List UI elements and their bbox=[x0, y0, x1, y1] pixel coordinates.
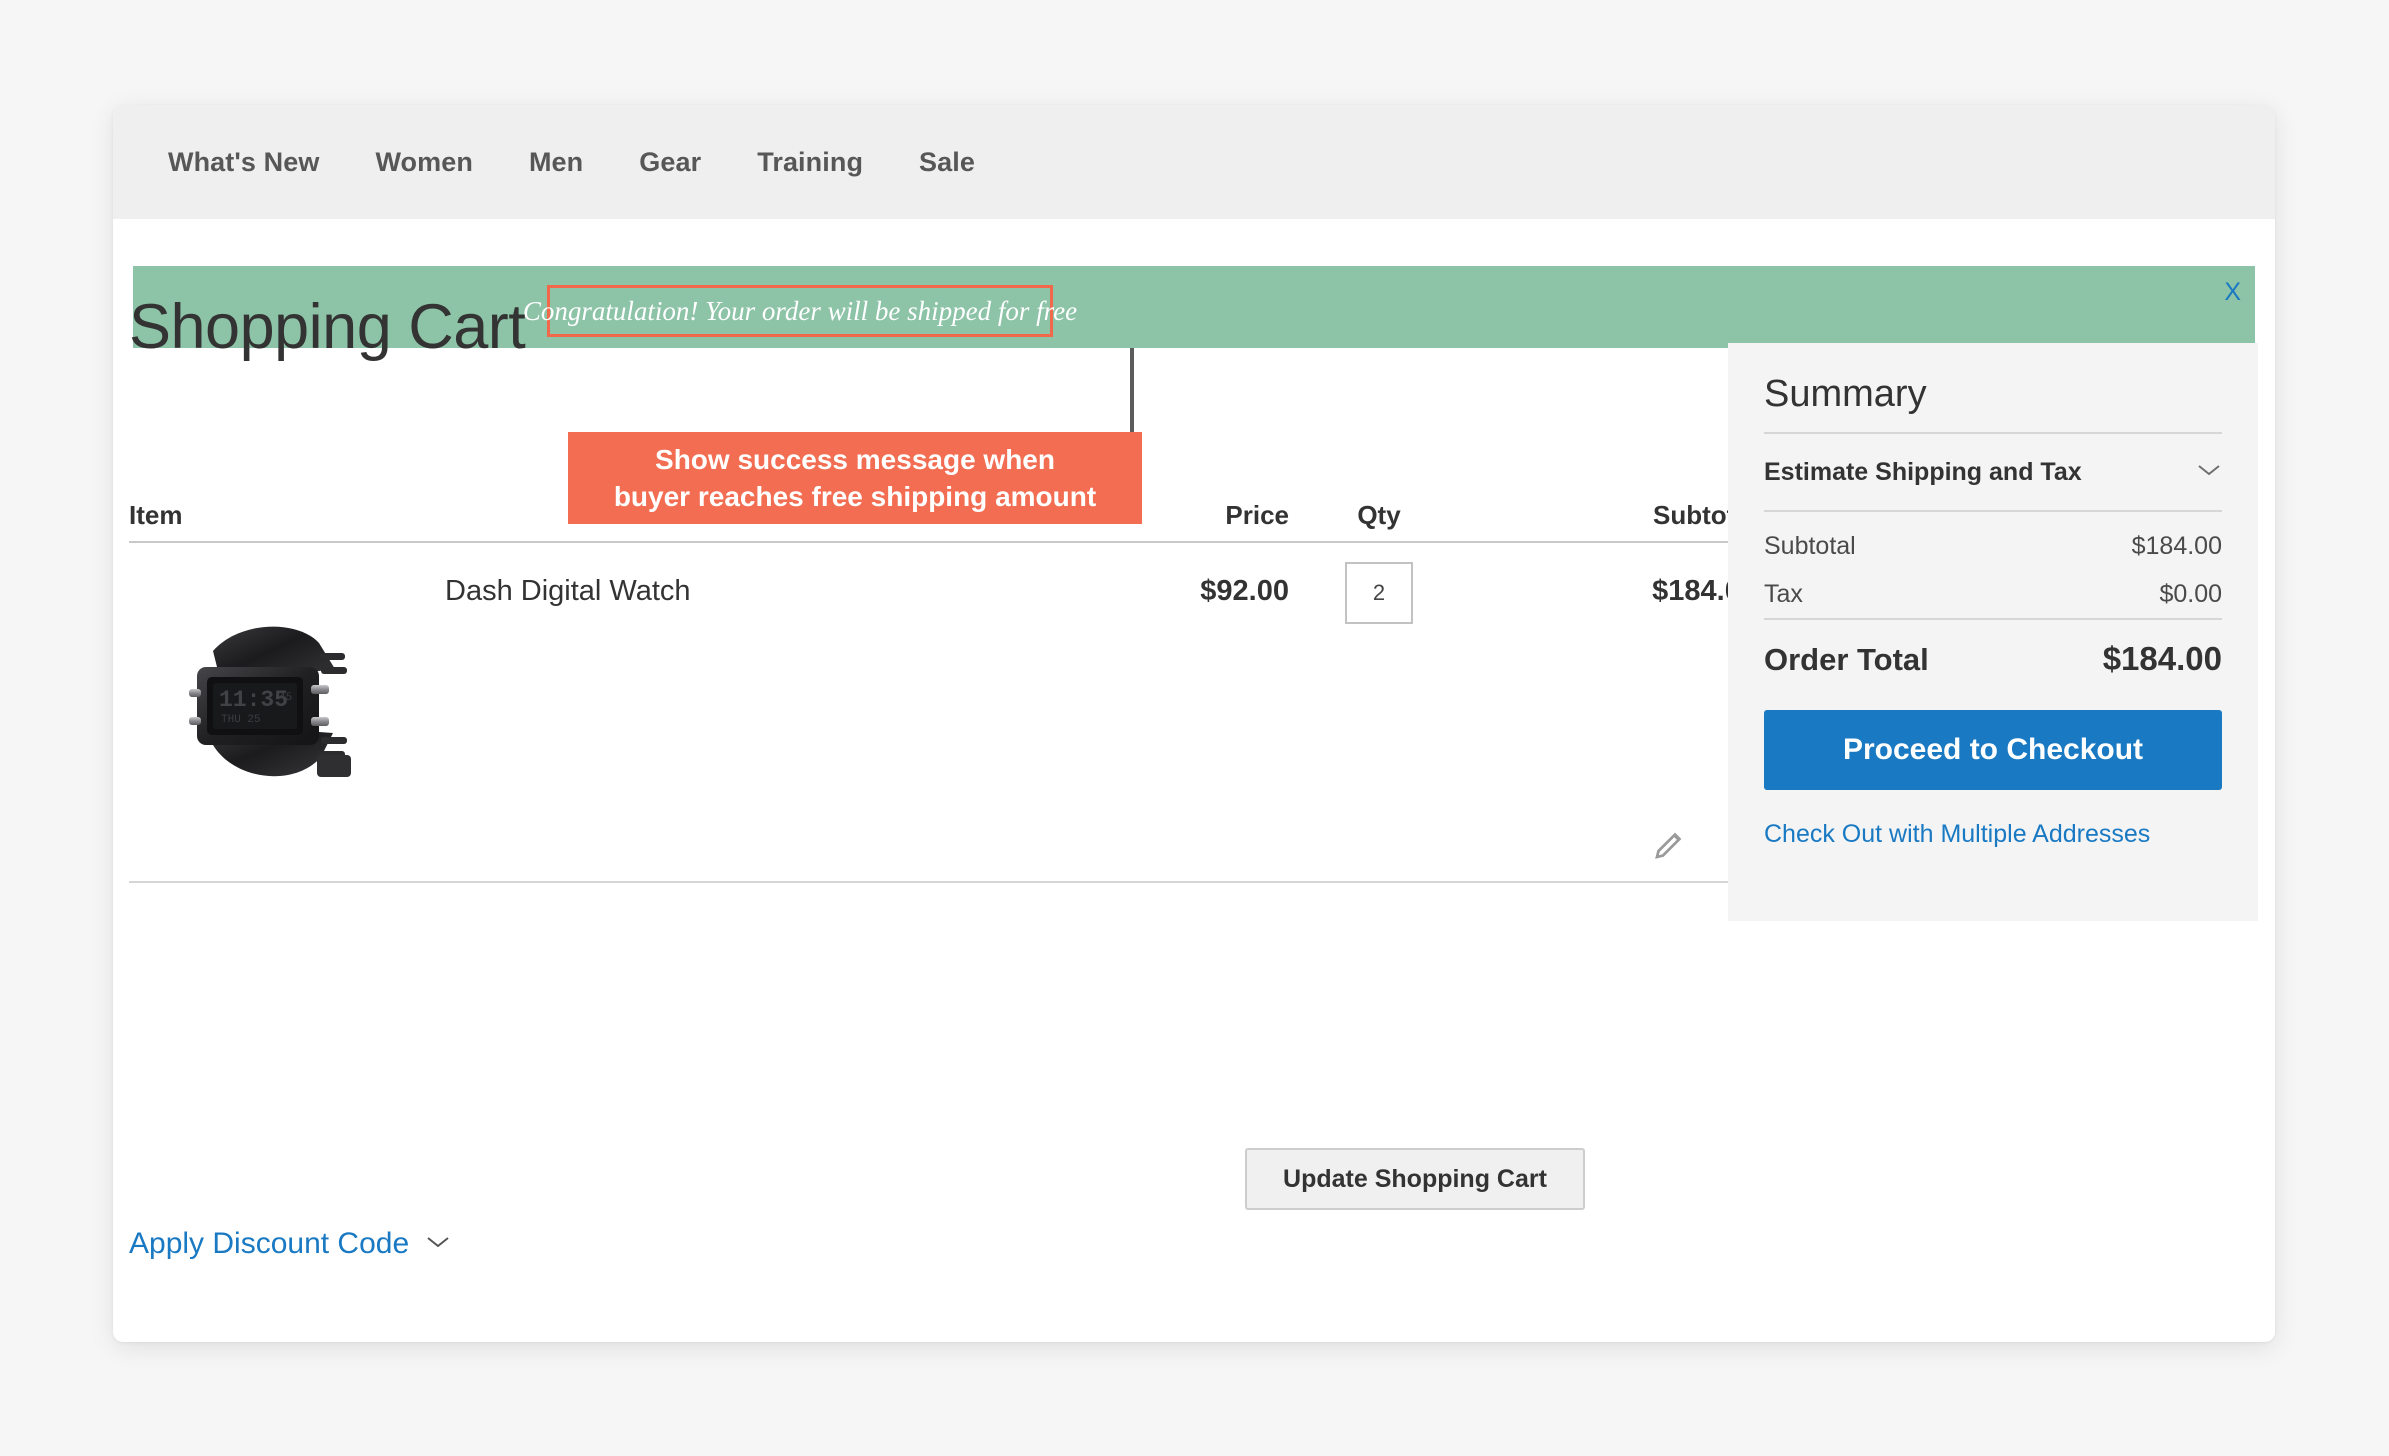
product-image[interactable]: 11:35 45 THU 25 bbox=[169, 605, 369, 805]
qty-cell bbox=[1289, 562, 1469, 624]
apply-discount-code-label: Apply Discount Code bbox=[129, 1227, 410, 1260]
nav-item-whats-new[interactable]: What's New bbox=[140, 147, 347, 178]
nav-list: What's New Women Men Gear Training Sale bbox=[113, 147, 1003, 178]
close-icon[interactable]: X bbox=[2224, 280, 2241, 305]
column-header-subtotal: Subtotal bbox=[1653, 500, 1757, 530]
summary-tax-label: Tax bbox=[1764, 580, 1803, 608]
table-row: Dash Digital Watch $92.00 $184.00 bbox=[129, 543, 1769, 883]
storefront-page-card: What's New Women Men Gear Training Sale … bbox=[113, 105, 2275, 1342]
estimate-shipping-and-tax-toggle[interactable]: Estimate Shipping and Tax bbox=[1764, 434, 2222, 510]
apply-discount-code-toggle[interactable]: Apply Discount Code bbox=[129, 1227, 451, 1261]
svg-text:11:35: 11:35 bbox=[219, 687, 288, 713]
cart-table: Item Price Qty Subtotal Dash Digital Wat… bbox=[129, 485, 1769, 883]
estimate-shipping-label: Estimate Shipping and Tax bbox=[1764, 457, 2082, 486]
nav-item-women[interactable]: Women bbox=[347, 147, 501, 178]
pencil-icon[interactable] bbox=[1651, 827, 1687, 863]
page-title: Shopping Cart bbox=[129, 292, 526, 362]
order-total-row: Order Total $184.00 bbox=[1764, 620, 2222, 678]
update-shopping-cart-button[interactable]: Update Shopping Cart bbox=[1245, 1148, 1585, 1210]
chevron-down-icon bbox=[2196, 462, 2222, 482]
summary-line-subtotal: Subtotal $184.00 bbox=[1764, 522, 2222, 570]
nav-item-men[interactable]: Men bbox=[501, 147, 611, 178]
nav-item-sale[interactable]: Sale bbox=[891, 147, 1003, 178]
summary-tax-value: $0.00 bbox=[2159, 580, 2222, 608]
banner-message: Congratulation! Your order will be shipp… bbox=[522, 295, 1078, 326]
column-header-qty: Qty bbox=[1357, 500, 1401, 530]
annotation-line-1: Show success message when bbox=[655, 443, 1055, 475]
product-subtotal: $184.00 bbox=[1652, 575, 1757, 607]
summary-totals: Subtotal $184.00 Tax $0.00 bbox=[1764, 512, 2222, 618]
proceed-to-checkout-button[interactable]: Proceed to Checkout bbox=[1764, 710, 2222, 790]
summary-subtotal-value: $184.00 bbox=[2131, 532, 2222, 560]
chevron-down-icon bbox=[425, 1234, 451, 1254]
checkout-multiple-addresses-link[interactable]: Check Out with Multiple Addresses bbox=[1764, 820, 2222, 849]
order-total-label: Order Total bbox=[1764, 642, 1929, 677]
svg-text:45: 45 bbox=[279, 692, 292, 704]
cart-table-header: Item Price Qty Subtotal bbox=[129, 485, 1769, 543]
main-navigation: What's New Women Men Gear Training Sale bbox=[113, 105, 2275, 219]
nav-item-training[interactable]: Training bbox=[729, 147, 891, 178]
cart-row-top: Dash Digital Watch $92.00 $184.00 bbox=[129, 543, 1769, 624]
order-total-value: $184.00 bbox=[2102, 640, 2222, 677]
column-header-item: Item bbox=[129, 500, 183, 530]
qty-input[interactable] bbox=[1345, 562, 1413, 624]
nav-item-gear[interactable]: Gear bbox=[611, 147, 729, 178]
summary-title: Summary bbox=[1764, 373, 1927, 415]
order-summary-panel: Summary Estimate Shipping and Tax Subtot… bbox=[1728, 343, 2258, 921]
summary-line-tax: Tax $0.00 bbox=[1764, 570, 2222, 618]
product-price: $92.00 bbox=[1200, 575, 1289, 607]
column-header-price: Price bbox=[1225, 500, 1289, 530]
banner-highlight-box: Congratulation! Your order will be shipp… bbox=[523, 285, 1077, 337]
svg-text:THU 25: THU 25 bbox=[221, 714, 261, 726]
summary-subtotal-label: Subtotal bbox=[1764, 532, 1856, 560]
